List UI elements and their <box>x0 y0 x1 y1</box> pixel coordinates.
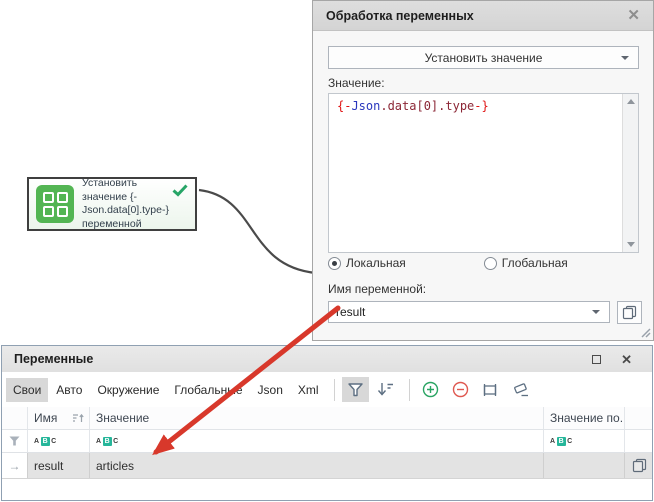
clear-values-button[interactable] <box>507 377 534 402</box>
filter-cell-value[interactable]: ABC <box>90 430 544 452</box>
variables-panel-title: Переменные <box>14 352 93 366</box>
chevron-down-icon <box>621 56 629 60</box>
variable-processing-dialog: Обработка переменных ✕ Установить значен… <box>312 0 654 341</box>
sort-descending-icon <box>377 382 394 397</box>
add-variable-button[interactable] <box>417 377 444 402</box>
tab-auto[interactable]: Авто <box>49 378 89 402</box>
variables-panel-titlebar[interactable]: Переменные ✕ <box>2 346 652 372</box>
action-type-dropdown[interactable]: Установить значение <box>328 46 639 69</box>
filter-row: ABC ABC ABC <box>2 430 652 453</box>
row-indicator: → <box>2 453 28 478</box>
toolbar-separator <box>334 379 335 401</box>
column-header-extra <box>625 407 652 429</box>
cell-value[interactable]: articles <box>90 453 544 478</box>
screenshot-root: Установить значение {- Json.data[0].type… <box>0 0 654 502</box>
variable-name-value: result <box>336 305 365 319</box>
tab-environment[interactable]: Окружение <box>90 378 166 402</box>
eraser-icon <box>512 382 529 397</box>
column-header-value[interactable]: Значение <box>90 407 544 429</box>
table-header-row: Имя Значение Значение по... <box>2 407 652 430</box>
close-icon[interactable]: ✕ <box>627 8 640 23</box>
close-icon[interactable]: ✕ <box>621 353 632 366</box>
filter-funnel-icon <box>348 383 363 397</box>
cell-copy[interactable] <box>625 453 652 478</box>
filter-cell-default[interactable]: ABC <box>544 430 625 452</box>
variable-name-label: Имя переменной: <box>328 282 426 296</box>
radio-local[interactable] <box>328 257 341 270</box>
filter-cell-extra <box>625 430 652 452</box>
tab-global[interactable]: Глобальные <box>167 378 249 402</box>
sort-button[interactable] <box>372 377 399 402</box>
chevron-down-icon <box>592 310 600 314</box>
variables-grid-icon <box>36 185 74 223</box>
dialog-title: Обработка переменных <box>326 9 474 23</box>
plus-circle-icon <box>422 381 439 398</box>
variables-list-button[interactable] <box>617 301 642 324</box>
abc-filter-icon: ABC <box>34 437 57 446</box>
dialog-titlebar[interactable]: Обработка переменных ✕ <box>313 1 653 31</box>
copy-pages-icon <box>622 305 637 320</box>
macro-expression: {-Json.data[0].type-} <box>329 94 638 118</box>
resize-grip[interactable] <box>639 326 651 338</box>
table-row[interactable]: → result articles <box>2 453 652 479</box>
radio-global-label: Глобальная <box>502 256 568 270</box>
abc-filter-icon: ABC <box>96 437 119 446</box>
column-header-name[interactable]: Имя <box>28 407 90 429</box>
value-textarea[interactable]: {-Json.data[0].type-} <box>328 93 639 253</box>
maximize-icon[interactable] <box>592 355 601 364</box>
filter-indicator-cell <box>2 430 28 452</box>
filter-button[interactable] <box>342 377 369 402</box>
scroll-down-icon[interactable] <box>627 242 635 247</box>
remove-variable-button[interactable] <box>447 377 474 402</box>
filter-funnel-small-icon <box>9 436 20 446</box>
tab-xml[interactable]: Xml <box>291 378 326 402</box>
variables-panel: Переменные ✕ Свои Авто Окружение Глобаль… <box>1 345 653 501</box>
textarea-scrollbar[interactable] <box>622 94 638 252</box>
cell-name[interactable]: result <box>28 453 90 478</box>
sort-indicator-icon <box>72 413 84 423</box>
variables-table: Имя Значение Значение по... ABC AB <box>2 407 652 479</box>
action-type-value: Установить значение <box>425 51 543 65</box>
abc-filter-icon: ABC <box>550 437 573 446</box>
action-node-set-value[interactable]: Установить значение {- Json.data[0].type… <box>27 177 197 231</box>
toolbar-separator <box>409 379 410 401</box>
header-indicator-cell <box>2 407 28 429</box>
window-frame-icon <box>482 383 498 397</box>
copy-pages-icon <box>632 458 647 473</box>
minus-circle-icon <box>452 381 469 398</box>
variable-name-combobox[interactable]: result <box>328 301 610 323</box>
scroll-up-icon[interactable] <box>627 99 635 104</box>
radio-local-label: Локальная <box>346 256 406 270</box>
tab-json[interactable]: Json <box>251 378 290 402</box>
success-check-icon <box>172 184 188 197</box>
cell-default[interactable] <box>544 453 625 478</box>
radio-global[interactable] <box>484 257 497 270</box>
variables-toolbar: Свои Авто Окружение Глобальные Json Xml <box>2 372 652 407</box>
column-header-default[interactable]: Значение по... <box>544 407 625 429</box>
filter-cell-name[interactable]: ABC <box>28 430 90 452</box>
edit-value-button[interactable] <box>477 377 504 402</box>
tab-own[interactable]: Свои <box>6 378 48 402</box>
value-label: Значение: <box>328 76 385 90</box>
